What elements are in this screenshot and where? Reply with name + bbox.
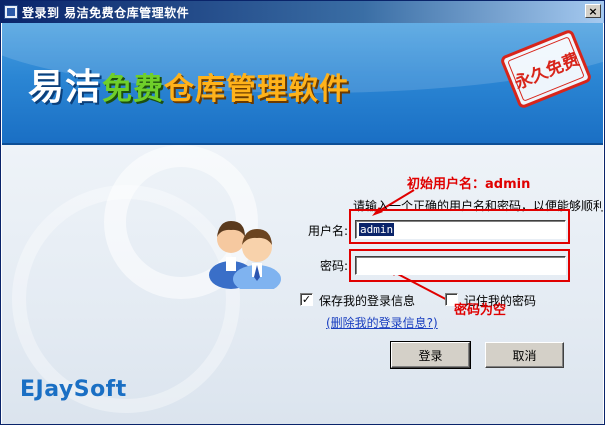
ejaysoft-logo: EJaySoft bbox=[20, 377, 127, 402]
annotation-password-empty: 密码为空 bbox=[454, 303, 507, 318]
banner-title-free: 免费 bbox=[102, 72, 165, 107]
password-field[interactable] bbox=[355, 256, 566, 275]
username-field[interactable]: admin bbox=[355, 220, 566, 239]
banner-title-product: 仓库管理软件 bbox=[164, 72, 351, 107]
password-label: 密码: bbox=[320, 259, 349, 273]
title-bar[interactable]: 登录到 易洁免费仓库管理软件 × bbox=[1, 1, 604, 23]
annotation-initial-username: 初始用户名：admin bbox=[407, 177, 531, 192]
login-panel: 初始用户名：admin 请输入一个正确的用户名和密码，以便能够顺利 用户名: a… bbox=[2, 145, 603, 424]
login-button[interactable]: 登录 bbox=[390, 341, 471, 369]
app-icon bbox=[4, 5, 18, 19]
window-title: 登录到 易洁免费仓库管理软件 bbox=[22, 5, 190, 20]
save-login-checkbox[interactable]: ✓ bbox=[300, 293, 313, 306]
cancel-button[interactable]: 取消 bbox=[485, 342, 564, 368]
delete-login-info-link[interactable]: (删除我的登录信息?) bbox=[326, 314, 438, 331]
username-label: 用户名: bbox=[308, 224, 349, 238]
login-window: 登录到 易洁免费仓库管理软件 × 易洁免费仓库管理软件 永久免费 初始用户名：a… bbox=[0, 0, 605, 425]
banner-title: 易洁免费仓库管理软件 bbox=[28, 58, 350, 110]
banner: 易洁免费仓库管理软件 永久免费 bbox=[2, 23, 603, 143]
username-value: admin bbox=[359, 223, 395, 236]
banner-title-brand: 易洁 bbox=[28, 67, 103, 108]
close-button[interactable]: × bbox=[585, 4, 601, 18]
save-login-label[interactable]: 保存我的登录信息 bbox=[319, 292, 415, 309]
